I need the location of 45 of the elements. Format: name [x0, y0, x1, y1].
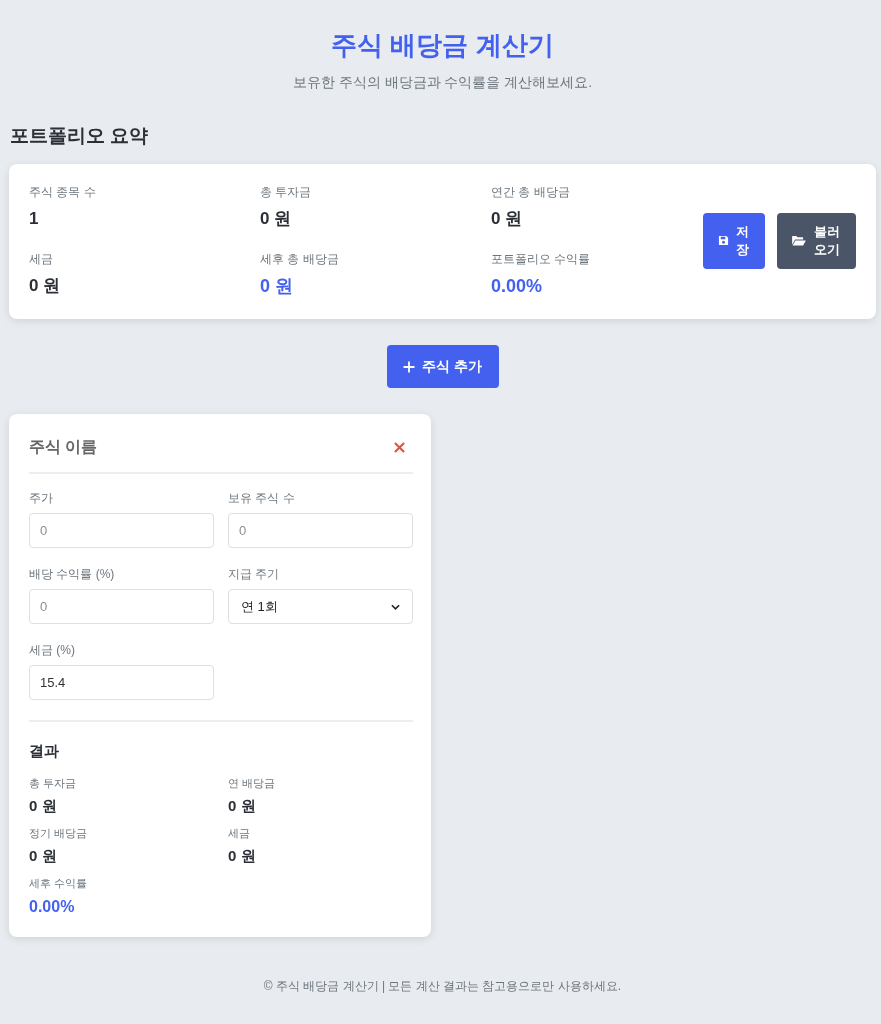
- stat-value: 0 원: [260, 208, 293, 230]
- result-label: 세후 수익률: [29, 876, 89, 891]
- stat-value: 0 원: [491, 208, 524, 230]
- stat-label: 세후 총 배당금: [260, 251, 340, 268]
- input-field[interactable]: 0: [29, 513, 214, 548]
- result-value: 0.00%: [29, 897, 76, 917]
- field-label: 주가: [29, 490, 54, 507]
- section-title: 포트폴리오 요약: [10, 124, 150, 148]
- results-title: 결과: [29, 741, 60, 761]
- select-field[interactable]: 연 1회: [228, 589, 413, 624]
- footer-text: © 주식 배당금 계산기 | 모든 계산 결과는 참고용으로만 사용하세요.: [262, 978, 623, 995]
- stat-label: 포트폴리오 수익률: [491, 251, 592, 268]
- plus-icon: [403, 360, 416, 373]
- stat-value: 0 원: [260, 275, 294, 298]
- result-label: 연 배당금: [228, 776, 277, 791]
- result-value: 0 원: [29, 846, 58, 866]
- input-field[interactable]: 15.4: [29, 665, 214, 700]
- field-label: 보유 주식 수: [228, 490, 296, 507]
- result-value: 0 원: [228, 796, 257, 816]
- input-field[interactable]: 0: [228, 513, 413, 548]
- stat-value: 0.00%: [491, 275, 544, 298]
- add-stock-button[interactable]: 주식 추가: [386, 345, 499, 388]
- save-button[interactable]: 저장: [703, 212, 765, 269]
- field-label: 세금 (%): [29, 642, 76, 659]
- close-icon[interactable]: [394, 441, 405, 453]
- field-label: 배당 수익률 (%): [29, 566, 116, 583]
- page-title: 주식 배당금 계산기: [330, 29, 555, 62]
- stat-label: 주식 종목 수: [29, 184, 97, 201]
- result-value: 0 원: [228, 846, 257, 866]
- stat-value: 1: [29, 208, 40, 230]
- chevron-down-icon: [391, 603, 400, 610]
- stat-label: 총 투자금: [260, 184, 313, 201]
- stat-label: 세금: [29, 251, 54, 268]
- field-label: 지급 주기: [228, 566, 281, 583]
- folder-icon: [791, 235, 806, 246]
- stat-value: 0 원: [29, 275, 62, 297]
- input-field[interactable]: 0: [29, 589, 214, 624]
- result-value: 0 원: [29, 796, 58, 816]
- result-label: 총 투자금: [29, 776, 78, 791]
- load-button[interactable]: 불러오기: [777, 212, 856, 269]
- page-subtitle: 보유한 주식의 배당금과 수익률을 계산해보세요.: [291, 73, 594, 92]
- result-label: 세금: [228, 826, 251, 841]
- stat-label: 연간 총 배당금: [491, 184, 571, 201]
- stock-name-field[interactable]: 주식 이름: [29, 434, 179, 460]
- result-label: 정기 배당금: [29, 826, 89, 841]
